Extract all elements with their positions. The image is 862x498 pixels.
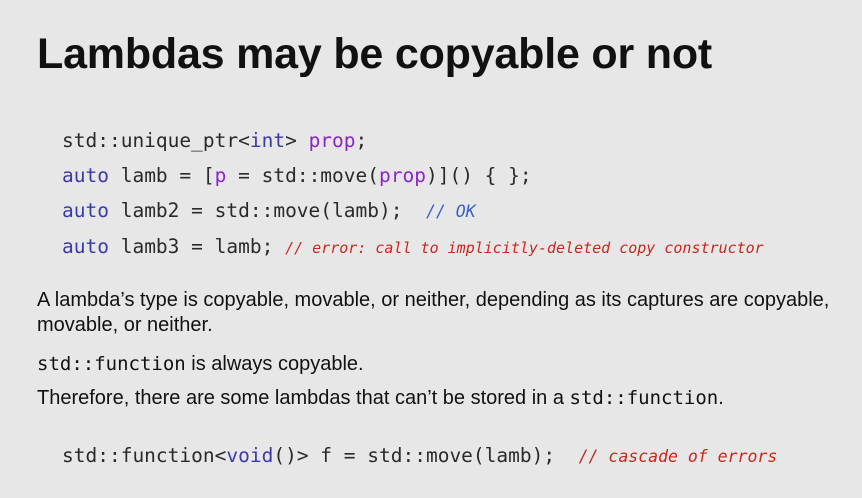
code-token: > xyxy=(285,129,309,152)
code-token: ()> f = std::move(lamb); xyxy=(273,444,579,467)
code-token: ; xyxy=(355,129,368,152)
paragraph-text: . xyxy=(718,387,724,409)
code-comment: // OK xyxy=(425,202,476,221)
paragraph-therefore: Therefore, there are some lambdas that c… xyxy=(37,386,837,411)
code-line-1: std::unique_ptr<int> prop; xyxy=(62,129,367,153)
paragraph-text: Therefore, there are some lambdas that c… xyxy=(37,387,570,409)
code-token: std::function< xyxy=(62,444,227,467)
code-keyword: auto xyxy=(62,235,109,258)
code-variable: prop xyxy=(308,129,356,152)
code-line-2: auto lamb = [p = std::move(prop)]() { }; xyxy=(62,164,532,188)
code-line-4: auto lamb3 = lamb; // error: call to imp… xyxy=(62,235,764,260)
code-token: std::unique_ptr< xyxy=(62,129,250,152)
code-comment: // cascade of errors xyxy=(578,447,778,466)
code-token: )]() { }; xyxy=(425,164,532,187)
slide: Lambdas may be copyable or not std::uniq… xyxy=(0,0,862,498)
code-comment: // error: call to implicitly-deleted cop… xyxy=(285,239,764,257)
slide-title: Lambdas may be copyable or not xyxy=(37,30,713,78)
code-keyword: auto xyxy=(62,199,109,222)
code-type: void xyxy=(226,444,274,467)
code-token: = std::move( xyxy=(226,164,380,187)
code-line-5: std::function<void()> f = std::move(lamb… xyxy=(62,444,777,469)
code-token: lamb = [ xyxy=(108,164,215,187)
code-token: lamb2 = std::move(lamb); xyxy=(108,199,426,222)
code-variable: prop xyxy=(379,164,426,187)
paragraph-function-copyable: std::function is always copyable. xyxy=(37,352,837,377)
code-variable: p xyxy=(214,164,227,187)
inline-code: std::function xyxy=(569,387,719,409)
paragraph-text: is always copyable. xyxy=(185,353,364,375)
code-type: int xyxy=(249,129,286,152)
inline-code: std::function xyxy=(37,353,186,375)
code-keyword: auto xyxy=(62,164,109,187)
paragraph-copyability: A lambda’s type is copyable, movable, or… xyxy=(37,289,830,336)
code-token: lamb3 = lamb; xyxy=(108,235,286,258)
code-line-3: auto lamb2 = std::move(lamb); // OK xyxy=(62,199,476,224)
